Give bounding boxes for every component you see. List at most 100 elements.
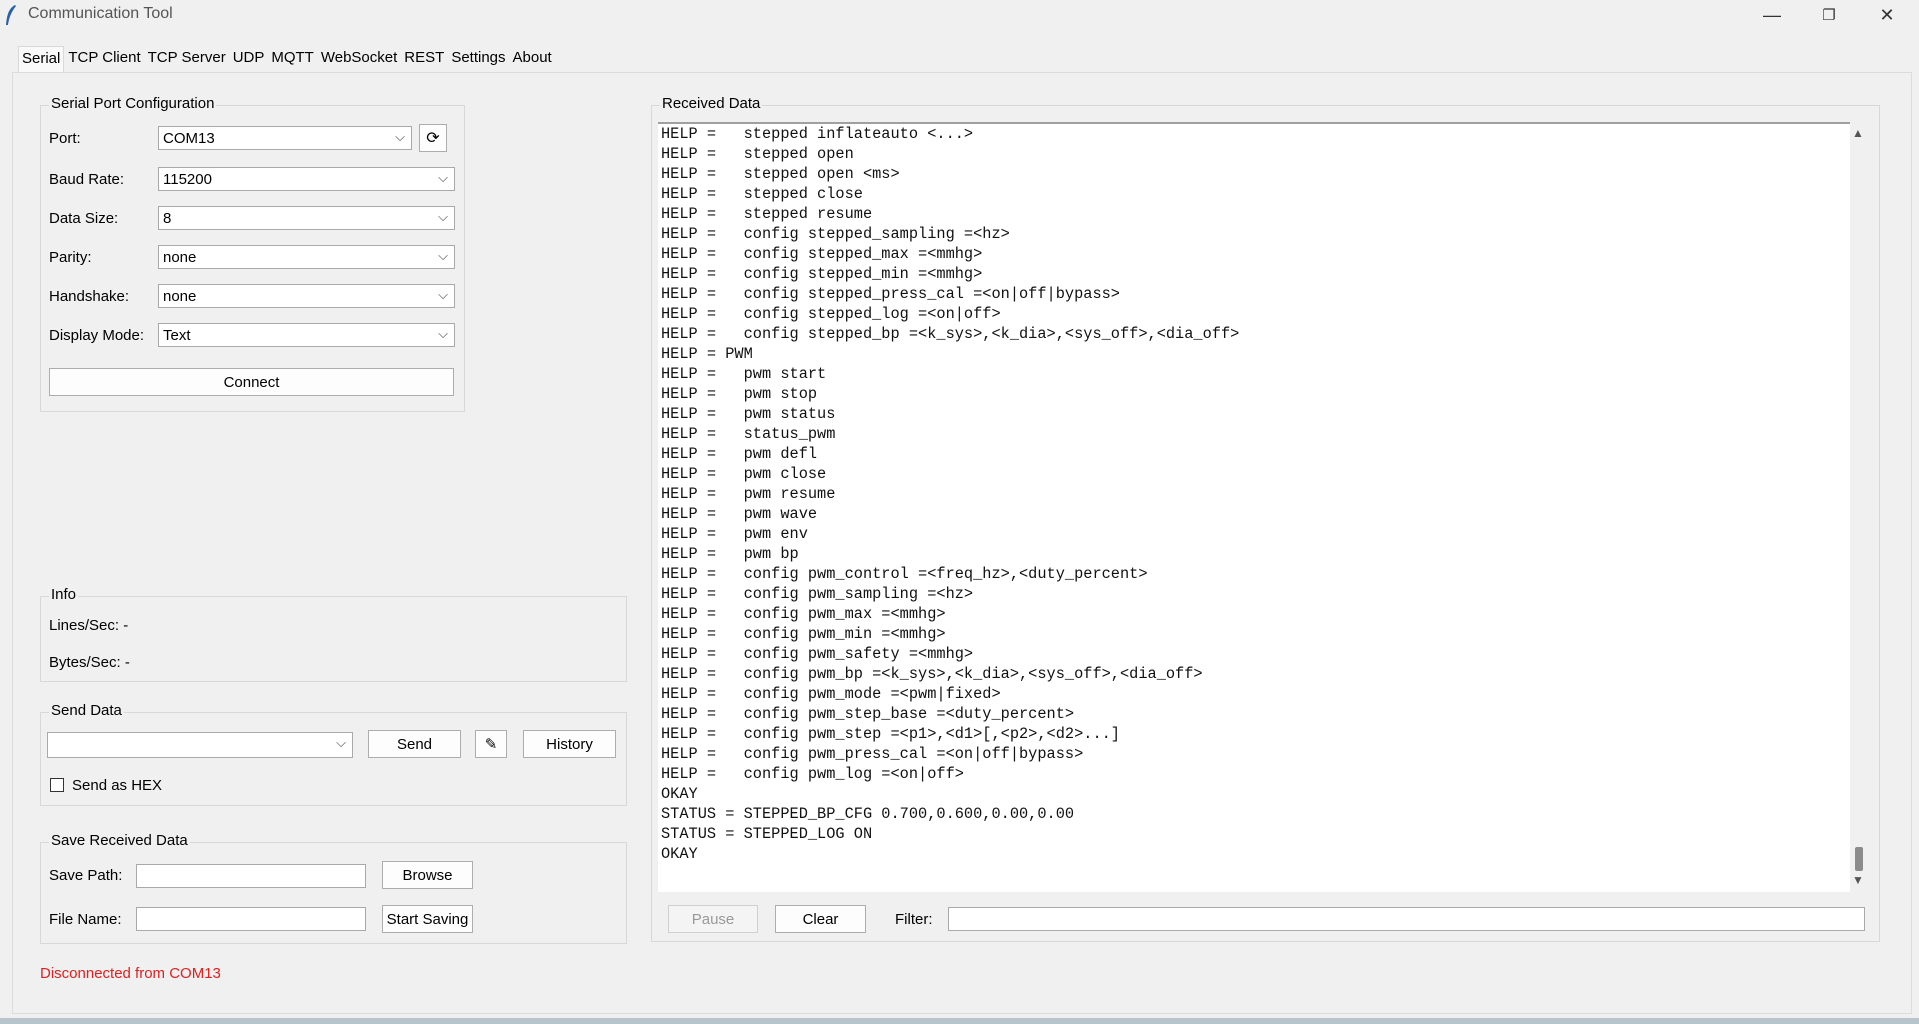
send-data-title: Send Data	[49, 702, 124, 719]
send-button[interactable]: Send	[368, 730, 461, 758]
taskbar-edge	[0, 1018, 1919, 1024]
tab-serial[interactable]: Serial	[18, 46, 65, 72]
chevron-down-icon: ⌵	[438, 248, 448, 263]
port-value: COM13	[163, 130, 215, 147]
close-icon: ✕	[1879, 4, 1895, 25]
pause-button[interactable]: Pause	[668, 905, 758, 933]
tab-mqtt[interactable]: MQTT	[268, 46, 317, 71]
chevron-down-icon: ⌵	[438, 326, 448, 341]
tab-rest[interactable]: REST	[401, 46, 448, 71]
received-lines: HELP = stepped inflateauto <...> HELP = s…	[658, 124, 1850, 864]
chevron-down-icon: ⌵	[336, 735, 346, 750]
tab-tcp-server[interactable]: TCP Server	[144, 46, 229, 71]
display-mode-label: Display Mode:	[49, 327, 145, 344]
received-data-title: Received Data	[660, 95, 763, 112]
refresh-icon: ⟳	[426, 130, 440, 147]
received-line: HELP = stepped open	[661, 145, 854, 163]
minimize-icon: —	[1763, 4, 1781, 25]
window-title: Communication Tool	[28, 5, 173, 22]
minimize-button[interactable]: —	[1743, 0, 1801, 30]
received-line: OKAY	[661, 845, 698, 863]
history-button[interactable]: History	[523, 730, 616, 758]
display-mode-value: Text	[163, 327, 191, 344]
send-input[interactable]: ⌵	[47, 732, 353, 758]
file-name-label: File Name:	[49, 911, 122, 928]
parity-select[interactable]: none ⌵	[158, 245, 455, 269]
received-line: HELP = pwm bp	[661, 545, 799, 563]
received-line: HELP = pwm start	[661, 365, 827, 383]
save-data-title: Save Received Data	[49, 832, 190, 849]
title-bar: Communication Tool — ❐ ✕	[0, 0, 1919, 30]
received-line: HELP = stepped resume	[661, 205, 873, 223]
scrollbar-thumb[interactable]	[1855, 847, 1863, 871]
chevron-down-icon: ⌵	[438, 209, 448, 224]
handshake-select[interactable]: none ⌵	[158, 284, 455, 308]
received-line: HELP = config pwm_min =<mmhg>	[661, 625, 946, 643]
received-line: HELP = stepped open <ms>	[661, 165, 900, 183]
chevron-down-icon: ⌵	[395, 129, 405, 144]
chevron-down-icon: ⌵	[438, 287, 448, 302]
send-as-hex-label: Send as HEX	[72, 777, 163, 794]
handshake-label: Handshake:	[49, 288, 130, 305]
send-as-hex-checkbox[interactable]	[50, 778, 64, 792]
received-data-textbox[interactable]: HELP = stepped inflateauto <...> HELP = s…	[658, 122, 1850, 892]
file-name-input[interactable]	[136, 907, 366, 931]
received-line: HELP = pwm resume	[661, 485, 836, 503]
data-size-select[interactable]: 8 ⌵	[158, 206, 455, 230]
parity-label: Parity:	[49, 249, 92, 266]
start-saving-button[interactable]: Start Saving	[382, 905, 473, 933]
scroll-up-icon[interactable]: ▲	[1852, 126, 1864, 140]
chevron-down-icon: ⌵	[438, 170, 448, 185]
tab-tcp-client[interactable]: TCP Client	[65, 46, 144, 71]
bytes-per-sec-label: Bytes/Sec: -	[49, 654, 130, 671]
received-line: HELP = pwm defl	[661, 445, 818, 463]
received-line: HELP = pwm env	[661, 525, 808, 543]
maximize-button[interactable]: ❐	[1800, 0, 1858, 30]
received-line: HELP = config stepped_bp =<k_sys>,<k_dia…	[661, 325, 1240, 343]
save-path-label: Save Path:	[49, 867, 123, 884]
lines-per-sec-label: Lines/Sec: -	[49, 617, 129, 634]
baud-rate-value: 115200	[163, 171, 212, 188]
tab-websocket[interactable]: WebSocket	[317, 46, 401, 71]
port-select[interactable]: COM13 ⌵	[158, 126, 412, 150]
received-line: HELP = config pwm_sampling =<hz>	[661, 585, 974, 603]
received-line: HELP = stepped close	[661, 185, 863, 203]
received-line: HELP = status_pwm	[661, 425, 836, 443]
received-line: HELP = config pwm_step =<p1>,<d1>[,<p2>,…	[661, 725, 1120, 743]
received-line: HELP = config pwm_press_cal =<on|off|byp…	[661, 745, 1084, 763]
received-line: HELP = config stepped_max =<mmhg>	[661, 245, 983, 263]
received-line: HELP = config stepped_press_cal =<on|off…	[661, 285, 1120, 303]
received-line: OKAY	[661, 785, 698, 803]
received-line: HELP = config stepped_log =<on|off>	[661, 305, 1001, 323]
data-size-label: Data Size:	[49, 210, 119, 227]
connect-button[interactable]: Connect	[49, 368, 454, 396]
filter-label: Filter:	[895, 911, 933, 928]
received-line: HELP = stepped inflateauto <...>	[661, 125, 974, 143]
eraser-icon: ✎	[484, 736, 498, 753]
data-size-value: 8	[163, 210, 172, 227]
received-line: HELP = PWM	[661, 345, 753, 363]
tab-settings[interactable]: Settings	[448, 46, 509, 71]
close-button[interactable]: ✕	[1858, 0, 1916, 30]
browse-button[interactable]: Browse	[382, 861, 473, 889]
received-line: HELP = pwm wave	[661, 505, 818, 523]
received-line: HELP = config pwm_log =<on|off>	[661, 765, 964, 783]
handshake-value: none	[163, 288, 197, 305]
baud-rate-select[interactable]: 115200 ⌵	[158, 167, 455, 191]
received-line: HELP = config pwm_step_base =<duty_perce…	[661, 705, 1075, 723]
clear-input-button[interactable]: ✎	[475, 730, 507, 758]
refresh-ports-button[interactable]: ⟳	[419, 124, 447, 152]
received-line: HELP = pwm status	[661, 405, 836, 423]
tab-udp[interactable]: UDP	[229, 46, 268, 71]
save-path-input[interactable]	[136, 864, 366, 888]
scroll-down-icon[interactable]: ▼	[1852, 873, 1864, 887]
filter-input[interactable]	[948, 907, 1865, 931]
display-mode-select[interactable]: Text ⌵	[158, 323, 455, 347]
received-line: HELP = config pwm_max =<mmhg>	[661, 605, 946, 623]
connection-status: Disconnected from COM13	[40, 965, 221, 982]
tab-about[interactable]: About	[509, 46, 555, 71]
parity-value: none	[163, 249, 197, 266]
clear-button[interactable]: Clear	[775, 905, 866, 933]
received-line: HELP = pwm close	[661, 465, 827, 483]
received-line: HELP = pwm stop	[661, 385, 818, 403]
